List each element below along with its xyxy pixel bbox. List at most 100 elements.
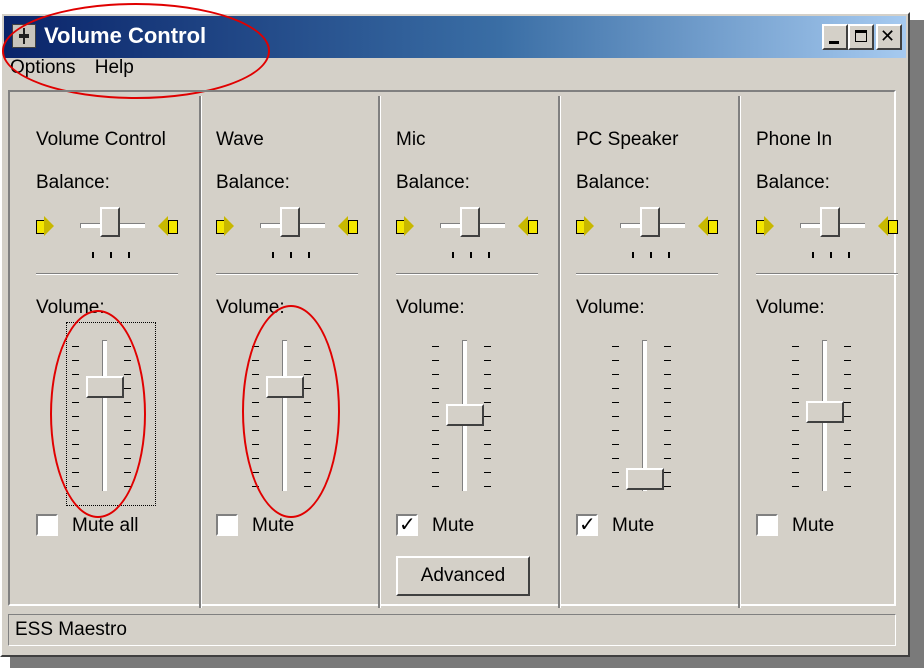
speaker-right-icon xyxy=(336,213,358,239)
volume-tick xyxy=(252,458,259,459)
speaker-left-icon xyxy=(756,213,776,239)
balance-tick xyxy=(830,252,832,258)
status-bar: ESS Maestro xyxy=(8,614,896,646)
menu-options[interactable]: Options xyxy=(10,57,75,79)
volume-tick xyxy=(432,458,439,459)
volume-tick xyxy=(792,346,799,347)
volume-tick xyxy=(252,416,259,417)
volume-tick xyxy=(304,360,311,361)
volume-tick xyxy=(252,346,259,347)
close-icon: ✕ xyxy=(880,26,896,46)
mute-checkbox[interactable] xyxy=(36,514,58,536)
volume-tick xyxy=(252,388,259,389)
volume-tick xyxy=(484,360,491,361)
balance-slider-thumb[interactable] xyxy=(640,207,660,237)
volume-label: Volume: xyxy=(576,297,645,318)
balance-tick xyxy=(290,252,292,258)
volume-tick xyxy=(484,388,491,389)
volume-tick xyxy=(252,486,259,487)
volume-tick xyxy=(664,402,671,403)
channel-name: Phone In xyxy=(756,129,833,150)
balance-tick xyxy=(452,252,454,258)
title-bar[interactable]: Volume Control ✕ xyxy=(4,16,906,58)
speaker-left-icon xyxy=(396,213,416,239)
volume-tick xyxy=(432,360,439,361)
mute-checkbox[interactable]: ✓ xyxy=(576,514,598,536)
volume-tick xyxy=(432,444,439,445)
volume-tick xyxy=(304,458,311,459)
volume-tick xyxy=(252,374,259,375)
volume-tick xyxy=(612,346,619,347)
volume-tick xyxy=(484,402,491,403)
volume-tick xyxy=(304,374,311,375)
mute-checkbox[interactable]: ✓ xyxy=(396,514,418,536)
volume-tick xyxy=(304,402,311,403)
volume-tick xyxy=(432,388,439,389)
volume-slider-thumb[interactable] xyxy=(626,468,664,490)
volume-label: Volume: xyxy=(396,297,465,318)
maximize-button[interactable] xyxy=(848,24,874,50)
volume-tick xyxy=(664,360,671,361)
volume-tick xyxy=(252,360,259,361)
mute-label[interactable]: Mute xyxy=(252,515,294,537)
column-separator xyxy=(738,96,741,608)
balance-tick xyxy=(92,252,94,258)
volume-tick xyxy=(432,402,439,403)
volume-tick xyxy=(664,388,671,389)
balance-tick xyxy=(632,252,634,258)
mute-label[interactable]: Mute xyxy=(792,515,834,537)
maximize-icon xyxy=(855,30,867,42)
section-divider xyxy=(36,273,178,275)
volume-tick xyxy=(792,374,799,375)
volume-tick xyxy=(484,486,491,487)
balance-slider-thumb[interactable] xyxy=(460,207,480,237)
volume-slider-thumb[interactable] xyxy=(806,401,844,424)
close-button[interactable]: ✕ xyxy=(876,24,902,50)
volume-tick xyxy=(432,374,439,375)
focus-rectangle xyxy=(66,322,156,506)
balance-tick xyxy=(308,252,310,258)
mute-checkbox[interactable] xyxy=(216,514,238,536)
status-text: ESS Maestro xyxy=(15,619,127,640)
menu-help[interactable]: Help xyxy=(95,57,134,79)
section-divider xyxy=(396,273,538,275)
volume-tick xyxy=(612,486,619,487)
checkmark-icon: ✓ xyxy=(399,514,416,536)
volume-tick xyxy=(304,388,311,389)
mute-label[interactable]: Mute xyxy=(432,515,474,537)
volume-control-app-icon[interactable] xyxy=(12,24,36,48)
balance-slider-thumb[interactable] xyxy=(820,207,840,237)
speaker-right-icon xyxy=(696,213,718,239)
volume-tick xyxy=(844,360,851,361)
volume-tick xyxy=(432,486,439,487)
volume-tick xyxy=(304,472,311,473)
advanced-button[interactable]: Advanced xyxy=(396,556,530,596)
minimize-button[interactable] xyxy=(822,24,848,50)
volume-tick xyxy=(844,346,851,347)
volume-tick xyxy=(612,402,619,403)
volume-slider-thumb[interactable] xyxy=(266,375,304,398)
volume-slider-thumb[interactable] xyxy=(446,404,484,426)
volume-track xyxy=(282,340,287,491)
volume-tick xyxy=(252,444,259,445)
volume-tick xyxy=(792,472,799,473)
volume-tick xyxy=(612,472,619,473)
volume-tick xyxy=(844,416,851,417)
volume-tick xyxy=(304,430,311,431)
column-separator xyxy=(199,96,202,608)
balance-slider-thumb[interactable] xyxy=(280,207,300,237)
volume-tick xyxy=(664,458,671,459)
balance-tick xyxy=(848,252,850,258)
volume-tick xyxy=(484,458,491,459)
mute-label[interactable]: Mute xyxy=(612,515,654,537)
balance-tick xyxy=(650,252,652,258)
speaker-left-icon xyxy=(36,213,56,239)
volume-label: Volume: xyxy=(216,297,285,318)
volume-tick xyxy=(612,430,619,431)
volume-tick xyxy=(792,458,799,459)
mute-checkbox[interactable] xyxy=(756,514,778,536)
balance-slider-thumb[interactable] xyxy=(100,207,120,237)
mute-label[interactable]: Mute all xyxy=(72,515,139,537)
section-divider xyxy=(576,273,718,275)
balance-label: Balance: xyxy=(216,172,290,193)
